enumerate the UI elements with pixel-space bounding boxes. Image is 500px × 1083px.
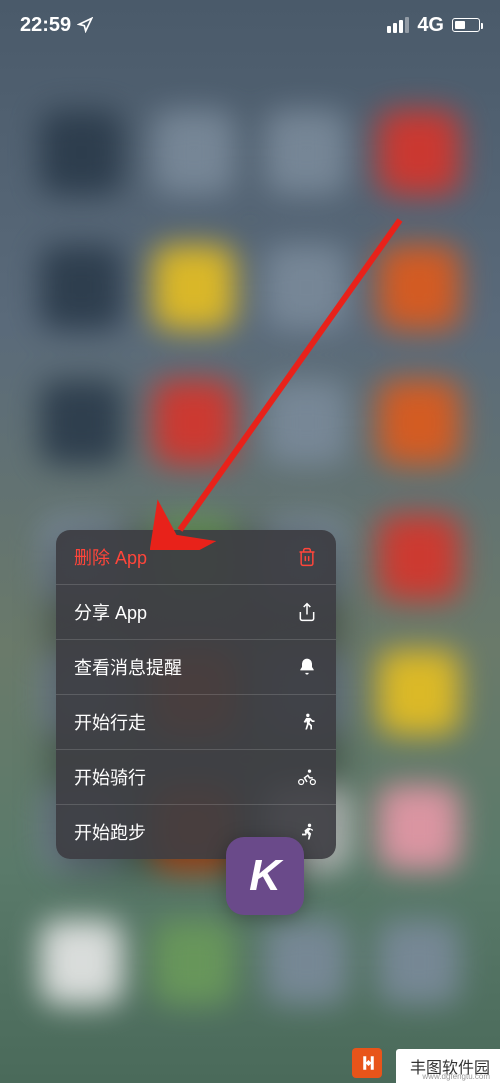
- cycle-icon: [296, 766, 318, 788]
- share-icon: [296, 601, 318, 623]
- menu-item-label: 开始骑行: [74, 764, 146, 790]
- location-icon: [77, 17, 93, 33]
- app-letter: K: [249, 851, 281, 901]
- run-icon: [296, 821, 318, 843]
- menu-item-label: 分享 App: [74, 599, 147, 625]
- menu-item-label: 开始跑步: [74, 819, 146, 845]
- signal-icon: [387, 17, 409, 33]
- menu-item-label: 开始行走: [74, 709, 146, 735]
- bell-icon: [296, 656, 318, 678]
- menu-item-label: 查看消息提醒: [74, 654, 182, 680]
- menu-start-cycling[interactable]: 开始骑行: [56, 750, 336, 805]
- status-time: 22:59: [20, 14, 71, 37]
- menu-delete-app[interactable]: 删除 App: [56, 530, 336, 585]
- menu-start-walking[interactable]: 开始行走: [56, 695, 336, 750]
- walk-icon: [296, 711, 318, 733]
- trash-icon: [296, 546, 318, 568]
- battery-icon: [452, 18, 480, 32]
- context-menu: 删除 App 分享 App 查看消息提醒 开始行走: [56, 530, 336, 859]
- watermark-badge: [352, 1048, 382, 1078]
- menu-view-notifications[interactable]: 查看消息提醒: [56, 640, 336, 695]
- menu-share-app[interactable]: 分享 App: [56, 585, 336, 640]
- watermark-url: www.dgfengtu.com: [422, 1072, 490, 1081]
- status-bar: 22:59 4G: [0, 0, 500, 50]
- keep-app-icon[interactable]: K: [226, 837, 304, 915]
- network-type: 4G: [417, 14, 444, 37]
- menu-item-label: 删除 App: [74, 544, 147, 570]
